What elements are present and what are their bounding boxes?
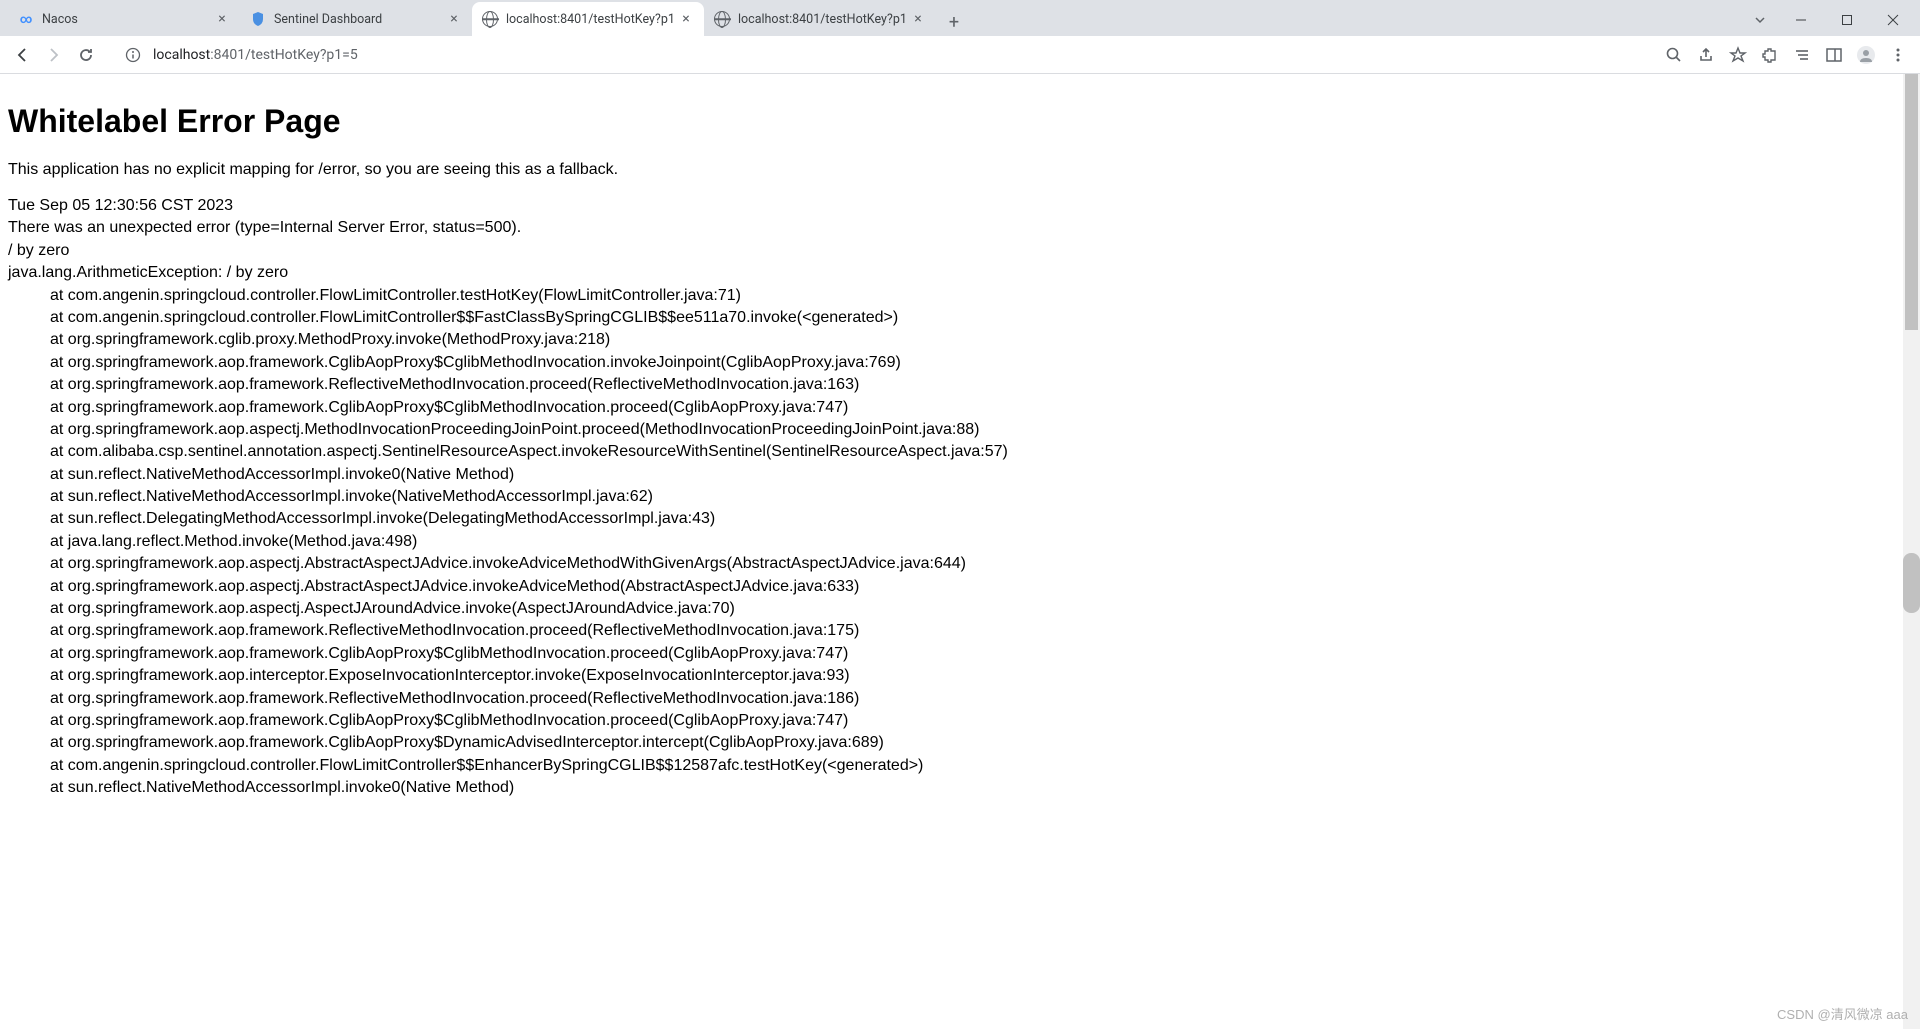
trace-line: at org.springframework.aop.aspectj.Metho… [8,419,1912,441]
trace-line: at org.springframework.cglib.proxy.Metho… [8,329,1912,351]
nacos-icon: ∞ [18,11,34,27]
globe-icon [482,11,498,27]
trace-line: at org.springframework.aop.framework.Cgl… [8,397,1912,419]
minimize-button[interactable] [1778,4,1824,36]
error-timestamp: Tue Sep 05 12:30:56 CST 2023 [8,195,1912,217]
close-icon[interactable]: × [678,11,694,27]
trace-line: at com.angenin.springcloud.controller.Fl… [8,755,1912,777]
tab-title: localhost:8401/testHotKey?p1 [506,12,678,27]
trace-line: at org.springframework.aop.aspectj.Aspec… [8,598,1912,620]
new-tab-button[interactable]: + [940,8,968,36]
tab-title: Nacos [42,12,214,27]
forward-button[interactable] [40,41,68,69]
sentinel-icon [250,11,266,27]
tab-nacos[interactable]: ∞ Nacos × [8,2,240,36]
error-title: Whitelabel Error Page [8,103,1912,140]
address-bar[interactable]: localhost:8401/testHotKey?p1=5 [112,40,1648,70]
browser-toolbar: localhost:8401/testHotKey?p1=5 [0,36,1920,74]
trace-line: at com.angenin.springcloud.controller.Fl… [8,285,1912,307]
trace-line: at org.springframework.aop.interceptor.E… [8,665,1912,687]
reading-list-icon[interactable] [1788,41,1816,69]
trace-line: at com.alibaba.csp.sentinel.annotation.a… [8,441,1912,463]
tab-localhost[interactable]: localhost:8401/testHotKey?p1 × [704,2,936,36]
tab-localhost-active[interactable]: localhost:8401/testHotKey?p1 × [472,2,704,36]
zoom-icon[interactable] [1660,41,1688,69]
watermark: CSDN @清风微凉 aaa [1777,1004,1908,1023]
tabs-container: ∞ Nacos × Sentinel Dashboard × localhost… [0,2,1742,36]
reload-button[interactable] [72,41,100,69]
error-subtitle: This application has no explicit mapping… [8,161,1912,179]
close-icon[interactable]: × [446,11,462,27]
trace-line: at org.springframework.aop.framework.Ref… [8,688,1912,710]
trace-line: at com.angenin.springcloud.controller.Fl… [8,307,1912,329]
tab-sentinel[interactable]: Sentinel Dashboard × [240,2,472,36]
url-text: localhost:8401/testHotKey?p1=5 [153,47,1635,63]
error-status: There was an unexpected error (type=Inte… [8,217,1912,239]
page-content: Whitelabel Error Page This application h… [0,74,1920,1029]
trace-line: at org.springframework.aop.framework.Cgl… [8,710,1912,732]
trace-line: at sun.reflect.NativeMethodAccessorImpl.… [8,464,1912,486]
tab-dropdown-icon[interactable] [1742,4,1778,36]
url-host: localhost [153,47,210,63]
error-message: / by zero [8,240,1912,262]
back-button[interactable] [8,41,36,69]
close-window-button[interactable] [1870,4,1916,36]
tab-title: Sentinel Dashboard [274,12,446,27]
error-exception: java.lang.ArithmeticException: / by zero [8,262,1912,284]
scrollbar-thumb[interactable] [1905,74,1918,330]
tab-title: localhost:8401/testHotKey?p1 [738,12,910,27]
share-icon[interactable] [1692,41,1720,69]
trace-line: at sun.reflect.NativeMethodAccessorImpl.… [8,486,1912,508]
url-path: :8401/testHotKey?p1=5 [210,47,357,63]
window-controls [1778,4,1920,36]
close-icon[interactable]: × [214,11,230,27]
trace-line: at org.springframework.aop.aspectj.Abstr… [8,553,1912,575]
scrollbar[interactable] [1903,74,1920,1029]
trace-line: at org.springframework.aop.framework.Cgl… [8,643,1912,665]
trace-line: at org.springframework.aop.aspectj.Abstr… [8,576,1912,598]
extensions-icon[interactable] [1756,41,1784,69]
maximize-button[interactable] [1824,4,1870,36]
trace-line: at java.lang.reflect.Method.invoke(Metho… [8,531,1912,553]
trace-line: at org.springframework.aop.framework.Ref… [8,374,1912,396]
bookmark-icon[interactable] [1724,41,1752,69]
trace-line: at org.springframework.aop.framework.Ref… [8,620,1912,642]
site-info-icon[interactable] [125,47,141,63]
browser-titlebar: ∞ Nacos × Sentinel Dashboard × localhost… [0,0,1920,36]
error-details: Tue Sep 05 12:30:56 CST 2023 There was a… [8,195,1912,800]
stack-trace: at com.angenin.springcloud.controller.Fl… [8,285,1912,800]
trace-line: at org.springframework.aop.framework.Cgl… [8,732,1912,754]
trace-line: at sun.reflect.DelegatingMethodAccessorI… [8,508,1912,530]
scrollbar-side-thumb[interactable] [1903,553,1920,613]
trace-line: at sun.reflect.NativeMethodAccessorImpl.… [8,777,1912,799]
trace-line: at org.springframework.aop.framework.Cgl… [8,352,1912,374]
close-icon[interactable]: × [910,11,926,27]
side-panel-icon[interactable] [1820,41,1848,69]
profile-icon[interactable] [1852,41,1880,69]
menu-icon[interactable] [1884,41,1912,69]
globe-icon [714,11,730,27]
